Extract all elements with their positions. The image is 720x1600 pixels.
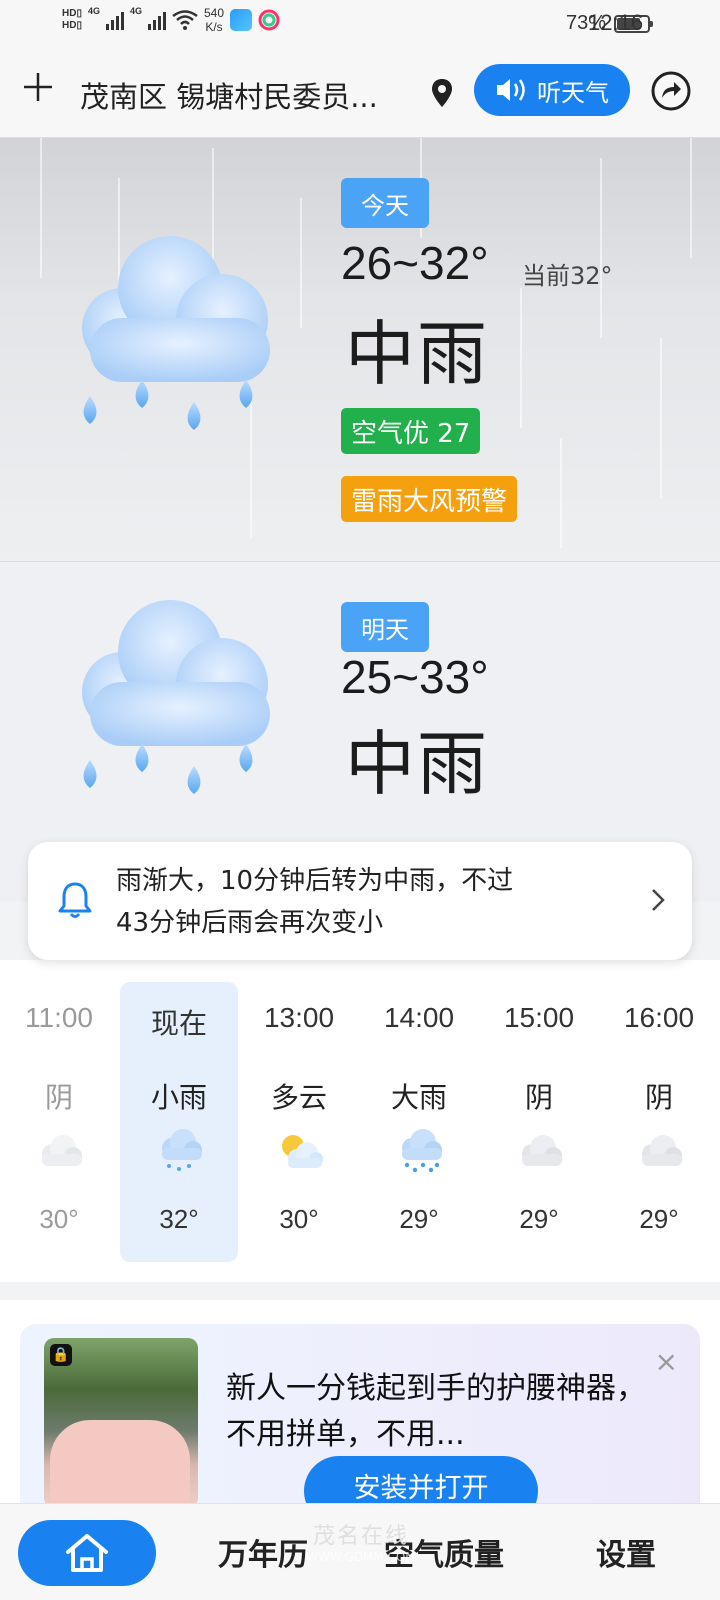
hour-time: 14:00 — [383, 1002, 455, 1033]
today-temp-range: 26~32° — [341, 237, 489, 289]
nav-calendar[interactable]: 万年历 — [218, 1530, 308, 1574]
hour-condition: 多云 — [270, 1081, 327, 1114]
light-rain-icon — [162, 1129, 202, 1171]
today-tag: 今天 — [341, 178, 429, 228]
overcast-icon — [522, 1135, 562, 1166]
today-condition: 中雨 — [345, 313, 489, 395]
hour-item[interactable]: 16:00 阴 29° — [600, 982, 718, 1262]
tomorrow-tag: 明天 — [341, 602, 429, 652]
overcast-icon — [42, 1135, 82, 1166]
chevron-right-icon — [652, 889, 665, 911]
network-type: 4G — [87, 6, 100, 16]
status-bar: HD▯ HD▯ 4G 4G 540 K/s 73% 12:16 12:1 — [0, 0, 720, 50]
lock-icon: 🔒 — [50, 1344, 72, 1366]
hour-temp: 29° — [399, 1204, 439, 1234]
wifi-icon — [172, 10, 198, 30]
hourly-forecast[interactable]: 11:00 阴 30° 现在 小雨 32° 13:00 多云 30° 14:00… — [0, 960, 720, 1282]
add-city-button[interactable] — [22, 70, 54, 110]
ad-image[interactable]: 🔒 — [44, 1338, 198, 1508]
location-title[interactable]: 茂南区 锡塘村民委员... — [80, 74, 378, 116]
hour-temp: 29° — [519, 1204, 559, 1234]
hour-temp: 29° — [639, 1204, 679, 1234]
weather-warning-badge[interactable]: 雷雨大风预警 — [341, 476, 518, 522]
ad-title[interactable]: 新人一分钱起到手的护腰神器，不用拼单，不用... — [226, 1366, 646, 1458]
hour-condition: 阴 — [44, 1081, 73, 1114]
rain-alert-card[interactable]: 雨渐大，10分钟后转为中雨，不过 43分钟后雨会再次变小 — [28, 842, 692, 960]
hour-temp: 32° — [159, 1204, 199, 1234]
hour-time: 现在 — [150, 1008, 207, 1039]
aqi-badge[interactable]: 空气优 27 — [341, 408, 481, 454]
network-type-2: 4G — [129, 6, 142, 16]
top-header: 茂南区 锡塘村民委员... 听天气 — [0, 50, 720, 138]
hour-time: 15:00 — [503, 1002, 575, 1033]
rain-cloud-icon — [82, 236, 270, 430]
hour-item[interactable]: 11:00 阴 30° — [0, 982, 118, 1262]
hour-condition: 小雨 — [150, 1081, 207, 1114]
ad-card[interactable]: 🔒 × 新人一分钱起到手的护腰神器，不用拼单，不用... 安装并打开 — [20, 1324, 700, 1524]
ad-product-image — [50, 1420, 190, 1508]
nav-air-quality[interactable]: 空气质量 — [384, 1530, 504, 1574]
hour-item[interactable]: 14:00 大雨 29° — [360, 982, 478, 1262]
hour-condition: 大雨 — [390, 1081, 447, 1114]
network-speed: 540 K/s — [203, 6, 225, 34]
tomorrow-temp-range: 25~33° — [341, 651, 489, 703]
browser-app-icon — [258, 9, 280, 31]
heavy-rain-icon — [402, 1129, 442, 1173]
nav-home[interactable] — [18, 1520, 156, 1586]
nav-settings[interactable]: 设置 — [596, 1530, 656, 1574]
hd-indicators: HD▯ HD▯ — [62, 8, 82, 31]
hour-condition: 阴 — [524, 1081, 553, 1114]
signal-icon-2 — [147, 10, 166, 30]
weather-app-icon — [230, 9, 253, 31]
ad-close-button[interactable]: × — [655, 1348, 678, 1376]
hour-item[interactable]: 15:00 阴 29° — [480, 982, 598, 1262]
speaker-icon — [497, 79, 525, 101]
share-icon[interactable] — [650, 70, 692, 112]
hour-time: 13:00 — [263, 1002, 335, 1033]
hour-time: 16:00 — [623, 1002, 695, 1033]
status-left: HD▯ HD▯ 4G 4G 540 K/s — [62, 6, 280, 34]
hour-item[interactable]: 13:00 多云 30° — [240, 982, 358, 1262]
rain-cloud-icon — [82, 600, 270, 794]
partly-cloudy-icon — [282, 1135, 323, 1168]
plus-icon — [24, 73, 52, 101]
hour-condition: 阴 — [644, 1081, 673, 1114]
today-section[interactable]: 今天 26~32° 当前32° 中雨 空气优 27 雷雨大风预警 — [0, 138, 720, 562]
listen-label: 听天气 — [537, 78, 609, 107]
current-temp: 当前32° — [522, 262, 613, 290]
listen-weather-button[interactable]: 听天气 — [474, 64, 630, 116]
ad-section: 🔒 × 新人一分钱起到手的护腰神器，不用拼单，不用... 安装并打开 — [0, 1300, 720, 1524]
hour-temp: 30° — [39, 1204, 79, 1234]
location-pin-icon[interactable] — [430, 78, 454, 108]
tomorrow-condition: 中雨 — [345, 723, 489, 805]
bell-icon — [58, 882, 92, 918]
home-icon — [66, 1534, 108, 1572]
hour-item-now[interactable]: 现在 小雨 32° — [120, 982, 238, 1262]
overcast-icon — [642, 1135, 682, 1166]
hour-time: 11:00 — [25, 1002, 93, 1033]
signal-icon — [105, 10, 124, 30]
bottom-nav: 万年历 空气质量 设置 — [0, 1503, 720, 1600]
alert-message: 雨渐大，10分钟后转为中雨，不过 43分钟后雨会再次变小 — [116, 866, 514, 938]
clock-display: 12:16 — [588, 10, 644, 35]
hour-temp: 30° — [279, 1204, 319, 1234]
